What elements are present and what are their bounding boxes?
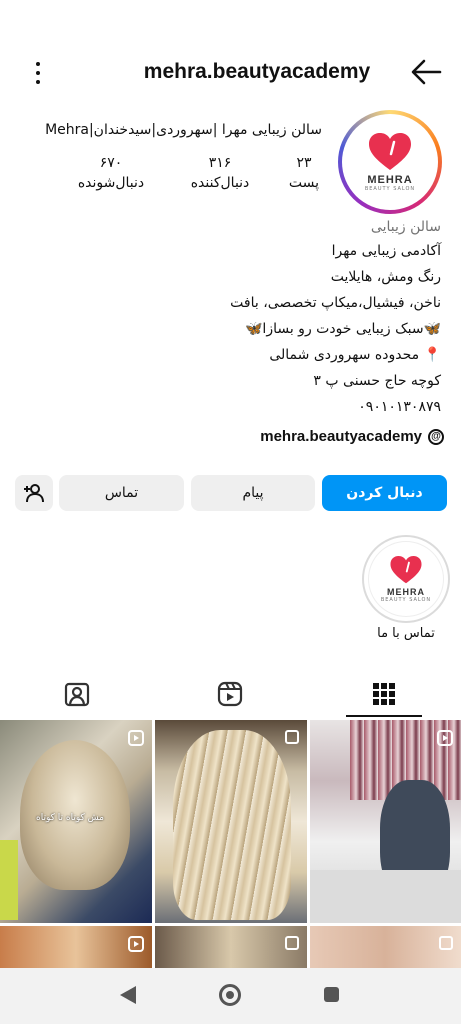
profile-full-name: سالن زیبایی مهرا |سهروردی|سیدخندان|Mehra <box>45 122 322 138</box>
posts-label: پست <box>288 175 320 191</box>
bio-line: رنگ ومش، هایلایت <box>330 269 441 285</box>
nav-back-icon[interactable] <box>120 986 136 1004</box>
tagged-icon <box>64 682 90 707</box>
post-caption-overlay: مش کوتاه تا کوتاه <box>36 813 104 823</box>
reels-icon <box>217 681 243 707</box>
stat-posts[interactable]: ۲۳ پست <box>272 154 336 194</box>
multiple-images-icon <box>285 936 299 950</box>
followers-label: دنبال‌شونده <box>77 175 145 191</box>
bio-line: 📍 محدوده سهروردی شمالی <box>269 347 441 363</box>
profile-username: mehra.beautyacademy <box>143 60 371 83</box>
bio-line: 🦋سبک زیبایی خودت رو بسازا🦋 <box>245 321 441 337</box>
message-button[interactable]: پیام <box>191 475 315 511</box>
stat-followers[interactable]: ۶۷۰ دنبال‌شونده <box>56 154 166 194</box>
multiple-images-icon <box>439 936 453 950</box>
stat-following[interactable]: ۳۱۶ دنبال‌کننده <box>170 154 270 194</box>
heart-logo-icon <box>390 555 422 584</box>
back-arrow-icon[interactable] <box>410 58 442 86</box>
add-person-icon <box>24 484 44 503</box>
profile-avatar[interactable]: MEHRA BEAUTY SALON <box>346 118 434 206</box>
bio-line: کوچه حاج حسنی پ ۳ <box>313 373 441 389</box>
profile-bio: سالن زیبایی آکادمی زیبایی مهرا رنگ ومش، … <box>21 216 441 420</box>
contact-button[interactable]: تماس <box>59 475 184 511</box>
highlight-brand: MEHRA <box>387 587 425 597</box>
grid-post[interactable] <box>310 720 461 923</box>
avatar-brand-sub: BEAUTY SALON <box>364 186 416 192</box>
posts-count: ۲۳ <box>296 155 312 171</box>
profile-category: سالن زیبایی <box>370 219 441 235</box>
nav-recents-icon[interactable] <box>324 987 339 1002</box>
tab-posts-grid[interactable] <box>309 672 459 716</box>
highlight-label[interactable]: تماس با ما <box>352 626 460 641</box>
suggest-people-button[interactable] <box>15 475 53 511</box>
grid-post[interactable] <box>0 926 152 968</box>
reel-badge-icon <box>128 730 144 746</box>
threads-link[interactable]: mehra.beautyacademy @ <box>248 428 444 445</box>
tab-reels[interactable] <box>155 672 305 716</box>
followers-count: ۶۷۰ <box>99 155 123 171</box>
avatar-brand: MEHRA <box>367 174 413 186</box>
multiple-images-icon <box>285 730 299 744</box>
grid-post[interactable]: مش کوتاه تا کوتاه <box>0 720 152 923</box>
active-tab-indicator <box>346 715 422 717</box>
grid-post[interactable] <box>155 926 307 968</box>
bio-line: ناخن، فیشیال،میکاپ تخصصی، بافت <box>230 295 441 311</box>
bio-line: آکادمی زیبایی مهرا <box>331 243 441 259</box>
follow-button[interactable]: دنبال کردن <box>322 475 447 511</box>
following-label: دنبال‌کننده <box>190 175 250 191</box>
options-menu-icon[interactable] <box>28 58 48 88</box>
highlight-cover[interactable]: MEHRA BEAUTY SALON <box>368 541 444 617</box>
grid-post[interactable] <box>155 720 307 923</box>
reel-badge-icon <box>128 936 144 952</box>
bio-phone[interactable]: ۰۹۰۱۰۱۳۰۸۷۹ <box>21 394 441 420</box>
following-count: ۳۱۶ <box>208 155 232 171</box>
reel-badge-icon <box>437 730 453 746</box>
threads-handle: mehra.beautyacademy <box>260 428 422 445</box>
highlight-brand-sub: BEAUTY SALON <box>380 597 432 603</box>
tab-tagged[interactable] <box>2 672 152 716</box>
nav-home-icon[interactable] <box>219 984 241 1006</box>
threads-icon: @ <box>428 428 444 445</box>
heart-logo-icon <box>369 133 411 170</box>
grid-post[interactable] <box>310 926 461 968</box>
grid-icon <box>373 683 395 705</box>
